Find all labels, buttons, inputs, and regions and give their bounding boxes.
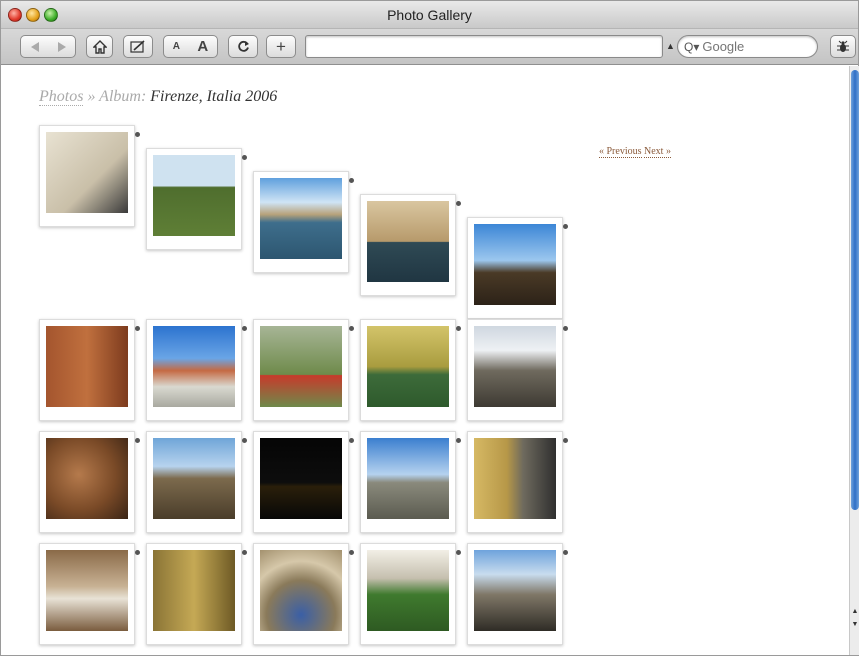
photo-thumbnail-brick-wall-sign[interactable] [39, 319, 140, 421]
photo-marker-icon [349, 438, 354, 443]
photo-marker-icon [349, 178, 354, 183]
breadcrumb-photos-link[interactable]: Photos [39, 88, 84, 106]
breadcrumb-separator: » [83, 88, 100, 105]
photo-thumbnail-yellow-facade[interactable] [360, 319, 461, 421]
photo-thumbnail-medieval-tower[interactable] [146, 431, 247, 533]
debug-button[interactable] [830, 35, 856, 58]
pagination: « Previous Next » [599, 146, 671, 158]
pencil-icon [130, 39, 145, 53]
scrollbar-thumb[interactable] [851, 70, 859, 510]
bookmark-edit-button[interactable] [123, 35, 153, 58]
photo-marker-icon [563, 224, 568, 229]
photo-image [46, 550, 128, 631]
photo-marker-icon [242, 550, 247, 555]
photo-image [474, 326, 556, 407]
photo-marker-icon [563, 550, 568, 555]
scroll-down-arrow-icon[interactable]: ▼ [850, 619, 859, 631]
photo-thumbnail-arno-river-bridge[interactable] [253, 171, 354, 273]
photo-thumbnail-duomo-dome[interactable] [146, 319, 247, 421]
photo-thumbnail-street-pedestrians[interactable] [467, 543, 568, 645]
photo-image [153, 550, 235, 631]
scroll-up-arrow-icon[interactable]: ▲ [850, 606, 859, 618]
vertical-scrollbar[interactable]: ▲ ▼ [849, 66, 859, 655]
reload-icon [237, 40, 249, 52]
photo-marker-icon [456, 326, 461, 331]
photo-image [153, 326, 235, 407]
photo-image [153, 155, 235, 236]
photo-image [153, 438, 235, 519]
photo-thumbnail-perseus-bronze-statue[interactable] [360, 194, 461, 296]
photo-marker-icon [135, 132, 140, 137]
photo-image [367, 438, 449, 519]
photo-image [474, 438, 556, 519]
photo-thumbnail-road-sign-graffiti[interactable] [253, 319, 354, 421]
search-box[interactable]: Q▾ [677, 35, 818, 58]
album-title: Firenze, Italia 2006 [150, 88, 278, 105]
back-forward-buttons [20, 35, 76, 58]
photo-marker-icon [242, 155, 247, 160]
forward-arrow-icon[interactable] [56, 41, 68, 53]
photo-image [474, 550, 556, 631]
photo-marker-icon [563, 438, 568, 443]
photo-marker-icon [135, 326, 140, 331]
photo-marker-icon [242, 438, 247, 443]
search-icon[interactable]: Q▾ [684, 40, 699, 54]
photo-thumbnail-statue-on-rooftop[interactable] [360, 431, 461, 533]
photo-thumbnail-cathedral-bell-tower[interactable] [467, 319, 568, 421]
photo-image [474, 224, 556, 305]
breadcrumb: Photos » Album: Firenze, Italia 2006 [39, 88, 277, 106]
photo-thumbnail-gates-of-paradise[interactable] [146, 543, 247, 645]
photo-thumbnail-narrow-street-scooters[interactable] [467, 431, 568, 533]
photo-thumbnail-cloister-garden[interactable] [360, 543, 461, 645]
photo-marker-icon [456, 438, 461, 443]
address-dropdown-icon[interactable]: ▲ [666, 41, 675, 51]
photo-image [260, 178, 342, 259]
photo-marker-icon [135, 550, 140, 555]
photo-thumbnail-arch-lunette[interactable] [253, 543, 354, 645]
photo-marker-icon [242, 326, 247, 331]
photo-thumbnail-tuscan-olive-grove[interactable] [146, 148, 247, 250]
photo-thumbnail-river-at-night[interactable] [253, 431, 354, 533]
text-size-buttons: A A [163, 35, 218, 58]
reload-button[interactable] [228, 35, 258, 58]
bug-icon [837, 40, 849, 52]
photo-thumbnail-palm-and-stone-building[interactable] [467, 217, 568, 319]
photo-image [46, 326, 128, 407]
photo-image [367, 326, 449, 407]
back-arrow-icon[interactable] [29, 41, 41, 53]
photo-image [46, 132, 128, 213]
browser-toolbar: A A + ▲ Q▾ [1, 29, 858, 65]
home-button[interactable] [86, 35, 113, 58]
photo-marker-icon [563, 326, 568, 331]
photo-marker-icon [456, 550, 461, 555]
breadcrumb-album-label: Album: [99, 88, 147, 105]
photo-image [367, 550, 449, 631]
address-field[interactable] [305, 35, 663, 58]
photo-marker-icon [456, 201, 461, 206]
next-link[interactable]: Next » [644, 146, 671, 158]
photo-image [260, 326, 342, 407]
home-icon [92, 39, 107, 54]
browser-window: Photo Gallery A A + ▲ Q▾ Google Photos »… [0, 0, 859, 656]
page-content: Photos » Album: Firenze, Italia 2006 « P… [1, 66, 849, 655]
previous-link[interactable]: « Previous [599, 146, 642, 158]
photo-image [260, 438, 342, 519]
photo-image [46, 438, 128, 519]
photo-image [367, 201, 449, 282]
photo-thumbnail-graffiti-girl[interactable] [39, 125, 140, 227]
title-bar: Photo Gallery [1, 1, 858, 29]
text-smaller-button[interactable]: A [173, 41, 180, 52]
photo-marker-icon [135, 438, 140, 443]
search-input[interactable] [702, 39, 798, 54]
photo-image [260, 550, 342, 631]
add-bookmark-button[interactable]: + [266, 35, 296, 58]
window-title: Photo Gallery [387, 7, 472, 23]
photo-thumbnail-wine-barrels[interactable] [39, 431, 140, 533]
photo-marker-icon [349, 326, 354, 331]
text-bigger-button[interactable]: A [197, 38, 208, 55]
photo-thumbnail-david-statue-palazzo[interactable] [39, 543, 140, 645]
photo-marker-icon [349, 550, 354, 555]
